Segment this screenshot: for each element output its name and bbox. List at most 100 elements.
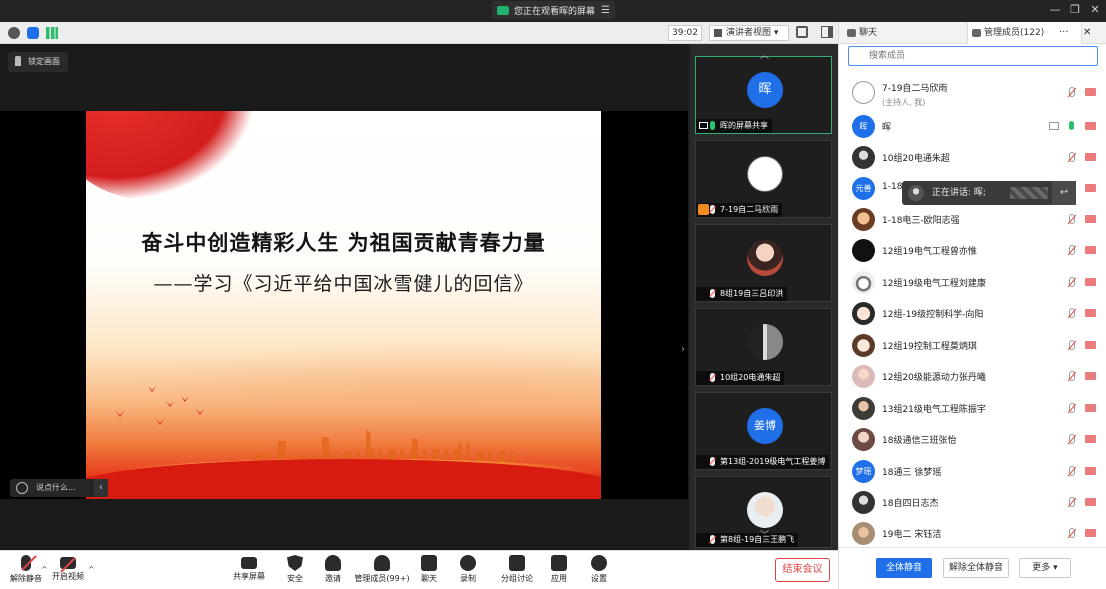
member-search-input[interactable] bbox=[848, 46, 1098, 66]
participant-name-text: 7-19自二马欣雨 bbox=[720, 205, 779, 214]
mic-muted-icon[interactable] bbox=[1066, 214, 1076, 225]
member-avatar bbox=[852, 365, 875, 388]
mic-muted-icon bbox=[710, 535, 715, 544]
member-avatar: 晖 bbox=[852, 115, 875, 138]
participant-name: 7-19自二马欣雨 bbox=[696, 203, 783, 217]
camera-off-icon[interactable] bbox=[1085, 278, 1096, 286]
mic-muted-icon[interactable] bbox=[1066, 434, 1076, 445]
list-item[interactable]: 10组20电通朱超 bbox=[839, 142, 1106, 173]
camera-off-icon[interactable] bbox=[1085, 435, 1096, 443]
security-shield-icon[interactable] bbox=[27, 27, 39, 39]
restore-button[interactable]: ❐ bbox=[1068, 3, 1082, 17]
video-tile[interactable]: 7-19自二马欣雨 bbox=[695, 140, 832, 218]
emoji-icon[interactable] bbox=[16, 482, 28, 494]
list-item[interactable]: 13组21级电气工程陈振宇 bbox=[839, 393, 1106, 424]
mic-muted-icon bbox=[710, 373, 715, 382]
camera-off-icon[interactable] bbox=[1085, 309, 1096, 317]
video-tile[interactable]: 晖 晖的屏幕共享 bbox=[695, 56, 832, 134]
mic-on-icon[interactable] bbox=[1069, 121, 1074, 130]
record-button[interactable]: 录制 bbox=[440, 554, 496, 588]
signal-strength-icon[interactable] bbox=[46, 27, 58, 39]
mic-muted-icon[interactable] bbox=[1066, 528, 1076, 539]
list-item[interactable]: 12组19控制工程莫炳琪 bbox=[839, 330, 1106, 361]
mic-muted-icon[interactable] bbox=[1066, 277, 1076, 288]
hamburger-menu-icon[interactable]: ☰ bbox=[601, 5, 610, 16]
camera-off-icon[interactable] bbox=[1085, 184, 1096, 192]
invite-button[interactable]: 邀请 bbox=[305, 554, 361, 588]
close-window-button[interactable]: ✕ bbox=[1088, 3, 1102, 17]
add-user-icon bbox=[325, 555, 341, 571]
shared-screen: 奋斗中创造精彩人生 为祖国贡献青春力量 ——学习《习近平给中国冰雪健儿的回信》 bbox=[0, 111, 688, 499]
list-item[interactable]: 18级通信三班张怡 bbox=[839, 424, 1106, 455]
member-name: 10组20电通朱超 bbox=[882, 154, 950, 164]
settings-button[interactable]: 设置 bbox=[571, 554, 627, 588]
scroll-up-icon[interactable]: ︿ bbox=[760, 48, 769, 61]
mic-muted-icon[interactable] bbox=[1066, 308, 1076, 319]
view-mode-dropdown[interactable]: 演讲者视图 ▾ bbox=[709, 25, 789, 41]
video-tile[interactable]: 10组20电通朱超 bbox=[695, 308, 832, 386]
more-options-icon[interactable]: ··· bbox=[1059, 22, 1077, 44]
mute-all-button[interactable]: 全体静音 bbox=[876, 558, 932, 578]
camera-off-icon[interactable] bbox=[1085, 122, 1096, 130]
mic-muted-icon[interactable] bbox=[1066, 466, 1076, 477]
scroll-down-icon[interactable]: ﹀ bbox=[760, 528, 769, 541]
mic-muted-icon[interactable] bbox=[1066, 403, 1076, 414]
mic-on-icon bbox=[710, 121, 715, 130]
mic-muted-icon[interactable] bbox=[1066, 245, 1076, 256]
lock-view-button[interactable]: 锁定画面 bbox=[8, 52, 68, 72]
list-item[interactable]: 12组19级电气工程刘建康 bbox=[839, 267, 1106, 298]
red-flag-decoration bbox=[86, 111, 256, 201]
camera-off-icon[interactable] bbox=[1085, 372, 1096, 380]
camera-off-icon[interactable] bbox=[1085, 153, 1096, 161]
list-item[interactable]: 12组19电气工程曾亦惟 bbox=[839, 235, 1106, 266]
collapse-chat-button[interactable]: ‹ bbox=[94, 479, 108, 497]
host-icon bbox=[698, 204, 709, 215]
list-item[interactable]: 12组-19级控制科学-向阳 bbox=[839, 298, 1106, 329]
minimize-button[interactable]: — bbox=[1048, 3, 1062, 17]
share-status-pill[interactable]: 您正在观看晖的屏幕 ☰ bbox=[492, 1, 615, 19]
list-item[interactable]: 12组20级能源动力张丹曦 bbox=[839, 361, 1106, 392]
mic-muted-icon[interactable] bbox=[1066, 371, 1076, 382]
camera-off-icon[interactable] bbox=[1085, 498, 1096, 506]
video-tile[interactable]: 8组19自三吕印洪 bbox=[695, 224, 832, 302]
member-avatar bbox=[852, 146, 875, 169]
end-meeting-button[interactable]: 结束会议 bbox=[775, 558, 830, 582]
list-item[interactable]: 18自四日志杰 bbox=[839, 487, 1106, 518]
camera-off-icon[interactable] bbox=[1085, 404, 1096, 412]
list-item[interactable]: 7-19自二马欣雨 (主持人, 我) bbox=[839, 77, 1106, 108]
quick-chat-input[interactable]: 说点什么... ‹ bbox=[10, 479, 108, 497]
list-item[interactable]: 1-18电三-欧阳志强 bbox=[839, 204, 1106, 235]
list-item[interactable]: 19电二 宋钰洁 bbox=[839, 518, 1106, 547]
screen-share-icon bbox=[699, 122, 708, 129]
camera-off-icon[interactable] bbox=[1085, 246, 1096, 254]
fullscreen-icon[interactable] bbox=[796, 26, 808, 38]
camera-off-icon[interactable] bbox=[1085, 529, 1096, 537]
mic-muted-icon[interactable] bbox=[1066, 340, 1076, 351]
reply-icon[interactable]: ↩ bbox=[1052, 181, 1076, 205]
video-options-caret[interactable]: ^ bbox=[88, 565, 95, 574]
video-strip-toggle[interactable]: › bbox=[678, 336, 688, 364]
list-item[interactable]: 晖 晖 bbox=[839, 111, 1106, 142]
participant-name-text: 第8组-19自三王鹏飞 bbox=[720, 535, 795, 544]
unmute-all-button[interactable]: 解除全体静音 bbox=[943, 558, 1009, 578]
video-tile[interactable]: 姜博 第13组-2019级电气工程姜博 bbox=[695, 392, 832, 470]
camera-off-icon[interactable] bbox=[1085, 215, 1096, 223]
side-panel-toggle-icon[interactable] bbox=[821, 26, 833, 38]
info-icon[interactable] bbox=[8, 27, 20, 39]
dove-icon bbox=[116, 411, 124, 417]
mic-muted-icon[interactable] bbox=[1066, 87, 1076, 98]
camera-off-icon[interactable] bbox=[1085, 467, 1096, 475]
camera-off-icon[interactable] bbox=[1085, 341, 1096, 349]
camera-off-icon[interactable] bbox=[1085, 88, 1096, 96]
tab-chat[interactable]: 聊天 bbox=[843, 22, 877, 44]
members-panel: 聊天 管理成员(122) ··· ✕ 7-19自二马欣雨 (主持人, 我) 晖 … bbox=[838, 22, 1106, 589]
more-dropdown-button[interactable]: 更多 ▾ bbox=[1019, 558, 1071, 578]
list-item[interactable]: 梦瑶 18通三 徐梦瑶 bbox=[839, 456, 1106, 487]
mic-muted-icon[interactable] bbox=[1066, 152, 1076, 163]
mic-muted-icon[interactable] bbox=[1066, 497, 1076, 508]
members-icon bbox=[374, 555, 390, 571]
close-panel-icon[interactable]: ✕ bbox=[1083, 22, 1091, 44]
dove-icon bbox=[196, 409, 204, 415]
participant-avatar: 晖 bbox=[747, 72, 783, 108]
member-name: 13组21级电气工程陈振宇 bbox=[882, 405, 986, 415]
